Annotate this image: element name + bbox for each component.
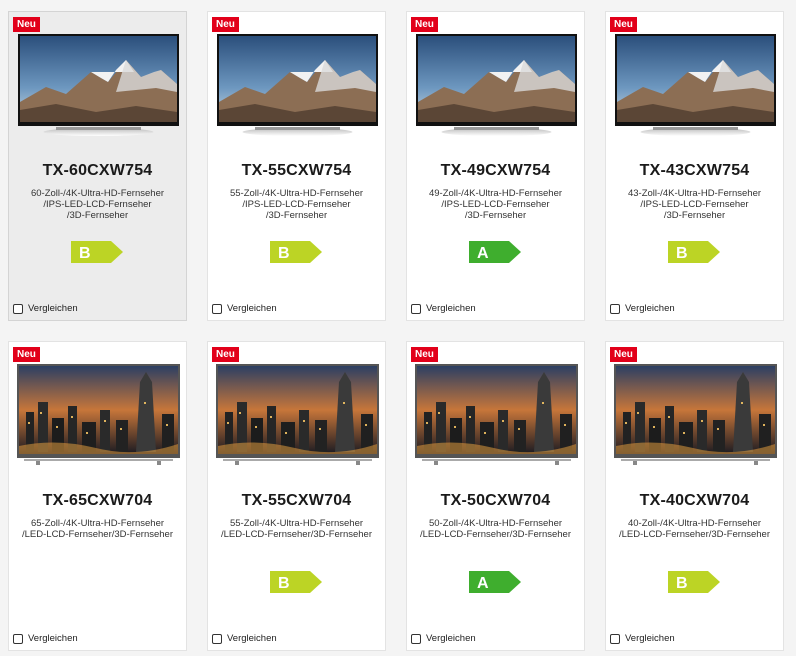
product-description: 40-Zoll-/4K-Ultra-HD-Fernseher/LED-LCD-F… — [612, 518, 777, 540]
svg-text:A: A — [477, 245, 489, 262]
compare-label: Vergleichen — [625, 303, 675, 314]
product-description-line: /LED-LCD-Fernseher/3D-Fernseher — [420, 529, 571, 540]
product-description-line: 50-Zoll-/4K-Ultra-HD-Fernseher — [428, 518, 563, 529]
energy-label-icon: B — [71, 241, 123, 263]
product-description-line: /3D-Fernseher — [464, 210, 527, 221]
product-card[interactable]: Neu TX-43CXW754 43-Zoll-/4K-Ultra-HD-Fern… — [605, 11, 784, 321]
new-badge: Neu — [610, 347, 637, 362]
compare-label: Vergleichen — [426, 303, 476, 314]
product-model-title[interactable]: TX-43CXW754 — [606, 162, 783, 180]
compare-checkbox[interactable] — [13, 633, 23, 644]
tv-image-city[interactable] — [414, 362, 579, 470]
new-badge: Neu — [13, 17, 40, 32]
product-description-line: 60-Zoll-/4K-Ultra-HD-Fernseher — [30, 188, 165, 199]
product-description-line: /LED-LCD-Fernseher/3D-Fernseher — [619, 529, 770, 540]
product-description-line: /IPS-LED-LCD-Fernseher — [43, 199, 152, 210]
product-description-line: /LED-LCD-Fernseher/3D-Fernseher — [22, 529, 173, 540]
product-description: 43-Zoll-/4K-Ultra-HD-Fernseher/IPS-LED-L… — [612, 188, 777, 221]
product-card[interactable]: Neu TX-60CXW754 60-Zoll-/4K-Ultra-HD-Fern… — [8, 11, 187, 321]
product-card[interactable]: Neu TX-55CXW754 55-Zoll-/4K-Ultra-HD-Fern… — [207, 11, 386, 321]
svg-text:B: B — [676, 245, 688, 262]
tv-image-mountain[interactable] — [414, 32, 579, 140]
compare-checkbox[interactable] — [212, 633, 222, 644]
tv-image-city[interactable] — [215, 362, 380, 470]
tv-image-mountain[interactable] — [215, 32, 380, 140]
product-description-line: 55-Zoll-/4K-Ultra-HD-Fernseher — [229, 188, 364, 199]
product-description: 49-Zoll-/4K-Ultra-HD-Fernseher/IPS-LED-L… — [413, 188, 578, 221]
product-card[interactable]: Neu — [207, 341, 386, 651]
svg-text:B: B — [278, 245, 290, 262]
compare-label: Vergleichen — [227, 303, 277, 314]
compare-checkbox[interactable] — [411, 633, 421, 644]
new-badge: Neu — [411, 347, 438, 362]
compare-checkbox[interactable] — [212, 303, 222, 314]
product-description: 65-Zoll-/4K-Ultra-HD-Fernseher/LED-LCD-F… — [15, 518, 180, 540]
energy-label-icon: A — [469, 571, 521, 593]
product-description-line: /IPS-LED-LCD-Fernseher — [242, 199, 351, 210]
compare-label: Vergleichen — [28, 633, 78, 644]
product-description: 55-Zoll-/4K-Ultra-HD-Fernseher/IPS-LED-L… — [214, 188, 379, 221]
tv-image-mountain[interactable] — [613, 32, 778, 140]
product-model-title[interactable]: TX-49CXW754 — [407, 162, 584, 180]
energy-label-icon: A — [469, 241, 521, 263]
compare-checkbox[interactable] — [610, 303, 620, 314]
compare-label: Vergleichen — [625, 633, 675, 644]
new-badge: Neu — [212, 17, 239, 32]
tv-image-city[interactable] — [16, 362, 181, 470]
product-description-line: /3D-Fernseher — [66, 210, 129, 221]
compare-toggle[interactable]: Vergleichen — [13, 633, 78, 644]
product-description-line: /IPS-LED-LCD-Fernseher — [640, 199, 749, 210]
energy-label-icon: B — [270, 571, 322, 593]
compare-label: Vergleichen — [426, 633, 476, 644]
product-card[interactable]: Neu TX-49CXW754 49-Zoll-/4K-Ultra-HD-Fern… — [406, 11, 585, 321]
product-model-title[interactable]: TX-60CXW754 — [9, 162, 186, 180]
compare-checkbox[interactable] — [13, 303, 23, 314]
product-description-line: /3D-Fernseher — [663, 210, 726, 221]
product-card[interactable]: Neu — [406, 341, 585, 651]
svg-text:A: A — [477, 575, 489, 592]
compare-label: Vergleichen — [227, 633, 277, 644]
product-description-line: 40-Zoll-/4K-Ultra-HD-Fernseher — [627, 518, 762, 529]
compare-toggle[interactable]: Vergleichen — [610, 303, 675, 314]
product-card[interactable]: Neu — [8, 341, 187, 651]
product-description-line: /3D-Fernseher — [265, 210, 328, 221]
product-model-title[interactable]: TX-65CXW704 — [9, 492, 186, 510]
product-description-line: /IPS-LED-LCD-Fernseher — [441, 199, 550, 210]
svg-text:B: B — [676, 575, 688, 592]
compare-toggle[interactable]: Vergleichen — [411, 303, 476, 314]
tv-image-city[interactable] — [613, 362, 778, 470]
new-badge: Neu — [212, 347, 239, 362]
product-model-title[interactable]: TX-55CXW704 — [208, 492, 385, 510]
product-model-title[interactable]: TX-40CXW704 — [606, 492, 783, 510]
compare-checkbox[interactable] — [411, 303, 421, 314]
compare-toggle[interactable]: Vergleichen — [212, 633, 277, 644]
product-grid: Neu TX-60CXW754 60-Zoll-/4K-Ultra-HD-Fern… — [0, 0, 796, 656]
product-model-title[interactable]: TX-50CXW704 — [407, 492, 584, 510]
compare-label: Vergleichen — [28, 303, 78, 314]
svg-text:B: B — [79, 245, 91, 262]
compare-checkbox[interactable] — [610, 633, 620, 644]
product-description-line: 49-Zoll-/4K-Ultra-HD-Fernseher — [428, 188, 563, 199]
compare-toggle[interactable]: Vergleichen — [411, 633, 476, 644]
new-badge: Neu — [411, 17, 438, 32]
tv-image-mountain[interactable] — [16, 32, 181, 140]
product-description-line: /LED-LCD-Fernseher/3D-Fernseher — [221, 529, 372, 540]
product-model-title[interactable]: TX-55CXW754 — [208, 162, 385, 180]
product-description-line: 55-Zoll-/4K-Ultra-HD-Fernseher — [229, 518, 364, 529]
product-card[interactable]: Neu — [605, 341, 784, 651]
energy-label-icon: B — [668, 571, 720, 593]
svg-text:B: B — [278, 575, 290, 592]
product-description-line: 43-Zoll-/4K-Ultra-HD-Fernseher — [627, 188, 762, 199]
energy-label-icon: B — [270, 241, 322, 263]
energy-label-icon: B — [668, 241, 720, 263]
product-description: 50-Zoll-/4K-Ultra-HD-Fernseher/LED-LCD-F… — [413, 518, 578, 540]
compare-toggle[interactable]: Vergleichen — [13, 303, 78, 314]
product-description: 55-Zoll-/4K-Ultra-HD-Fernseher/LED-LCD-F… — [214, 518, 379, 540]
new-badge: Neu — [13, 347, 40, 362]
new-badge: Neu — [610, 17, 637, 32]
product-description: 60-Zoll-/4K-Ultra-HD-Fernseher/IPS-LED-L… — [15, 188, 180, 221]
product-description-line: 65-Zoll-/4K-Ultra-HD-Fernseher — [30, 518, 165, 529]
compare-toggle[interactable]: Vergleichen — [212, 303, 277, 314]
compare-toggle[interactable]: Vergleichen — [610, 633, 675, 644]
